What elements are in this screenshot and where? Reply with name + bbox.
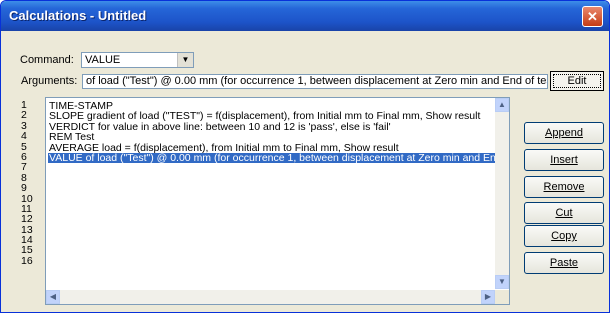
cut-label: Cut — [555, 207, 573, 219]
close-icon: ✕ — [587, 9, 598, 24]
list-item[interactable]: REM Test — [49, 132, 509, 142]
cut-button[interactable]: Cut — [524, 202, 604, 224]
append-label: Append — [545, 127, 583, 139]
focus-rect — [553, 74, 601, 88]
window-title: Calculations - Untitled — [9, 8, 147, 23]
scroll-left-button[interactable]: ◀ — [46, 290, 60, 304]
insert-button[interactable]: Insert — [524, 149, 604, 171]
arrow-right-icon: ▶ — [484, 292, 492, 301]
line-number: 4 — [21, 130, 27, 143]
command-value: VALUE — [85, 54, 121, 66]
chevron-down-icon: ▼ — [181, 55, 190, 64]
calculations-dialog: Calculations - Untitled ✕ Command: VALUE… — [0, 0, 610, 313]
remove-button[interactable]: Remove — [524, 176, 604, 198]
copy-label: Copy — [551, 230, 577, 242]
list-item[interactable]: SLOPE gradient of load ("TEST") = f(disp… — [49, 111, 509, 121]
line-number-gutter: 1 2 3 4 5 6 7 8 9 10 11 12 13 14 15 16 — [21, 100, 45, 267]
calculation-list[interactable]: VALUE of load ("Test") @ 0.00 mm (for oc… — [45, 97, 510, 305]
command-label: Command: — [20, 54, 74, 66]
arrow-down-icon: ▼ — [498, 277, 506, 286]
append-button[interactable]: Append — [524, 122, 604, 144]
scrollbar-corner — [495, 290, 509, 304]
line-number: 16 — [21, 254, 33, 267]
paste-button[interactable]: Paste — [524, 252, 604, 274]
scroll-right-button[interactable]: ▶ — [481, 290, 495, 304]
insert-label: Insert — [550, 154, 578, 166]
list-item[interactable]: VERDICT for value in above line: between… — [49, 122, 509, 132]
paste-label: Paste — [549, 257, 579, 269]
command-select[interactable]: VALUE ▼ — [81, 52, 194, 68]
arrow-up-icon: ▲ — [498, 100, 506, 109]
list-item[interactable]: AVERAGE load = f(displacement), from Ini… — [49, 143, 509, 153]
horizontal-scrollbar[interactable]: ◀ ▶ — [46, 290, 495, 304]
arguments-label: Arguments: — [21, 75, 78, 87]
arrow-left-icon: ◀ — [49, 292, 57, 301]
remove-label: Remove — [543, 181, 585, 193]
arguments-field[interactable]: of load ("Test") @ 0.00 mm (for occurren… — [82, 74, 548, 89]
line-number: 9 — [21, 182, 27, 195]
list-item-selected[interactable]: VALUE of load ("Test") @ 0.00 mm (for oc… — [48, 153, 508, 164]
title-bar[interactable]: Calculations - Untitled ✕ — [1, 1, 609, 31]
scroll-up-button[interactable]: ▲ — [495, 98, 509, 112]
close-button[interactable]: ✕ — [582, 6, 603, 27]
copy-button[interactable]: Copy — [524, 225, 604, 247]
scroll-down-button[interactable]: ▼ — [495, 275, 509, 289]
dropdown-button[interactable]: ▼ — [177, 53, 193, 67]
list-item[interactable]: TIME-STAMP — [49, 101, 509, 111]
vertical-scrollbar[interactable]: ▲ ▼ — [495, 98, 509, 289]
edit-button[interactable]: Edit — [550, 71, 604, 91]
